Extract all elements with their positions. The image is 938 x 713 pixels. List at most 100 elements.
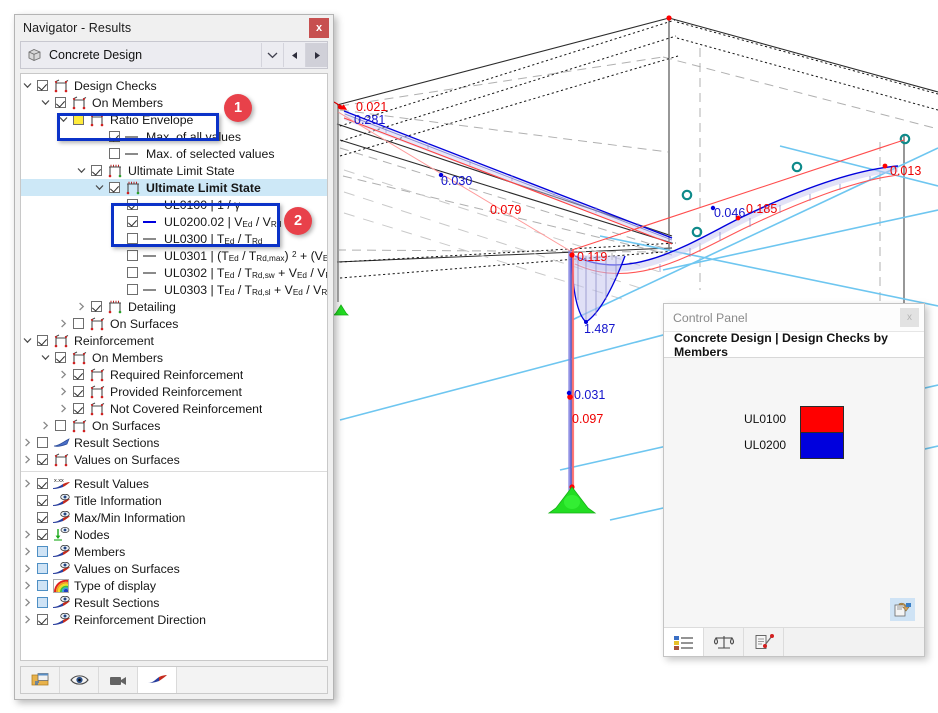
tree-item-checkbox[interactable]: [52, 97, 69, 108]
tree-item-on-surfaces-1[interactable]: On Surfaces: [21, 315, 327, 332]
chevron-right-icon[interactable]: [39, 421, 52, 430]
chevron-right-icon[interactable]: [21, 581, 34, 590]
tree-item-checkbox[interactable]: [70, 318, 87, 329]
close-icon[interactable]: x: [309, 18, 329, 38]
chevron-down-icon[interactable]: [75, 167, 88, 174]
tree-item-reinforcement[interactable]: Reinforcement: [21, 332, 327, 349]
chevron-down-icon[interactable]: [39, 99, 52, 106]
chevron-right-icon[interactable]: [21, 530, 34, 539]
tree-item-nodes[interactable]: Nodes: [21, 526, 327, 543]
tree-item-checkbox[interactable]: [34, 335, 51, 346]
tree-item-required-reinforcement[interactable]: Required Reinforcement: [21, 366, 327, 383]
chevron-right-icon[interactable]: [21, 479, 34, 488]
tree-item-checkbox[interactable]: [124, 250, 141, 261]
camera-icon[interactable]: [99, 667, 138, 693]
tree-item-ul0302[interactable]: UL0302 | TEd / TRd,sw + VEd / VRd,⋯: [21, 264, 327, 281]
triangle-left-icon[interactable]: [283, 43, 305, 67]
balance-icon[interactable]: [704, 628, 744, 656]
tree-item-ul0303[interactable]: UL0303 | TEd / TRd,sl + VEd / VRd,sl: [21, 281, 327, 298]
chevron-right-icon[interactable]: [21, 438, 34, 447]
tree-item-design-checks[interactable]: Design Checks: [21, 77, 327, 94]
folder-window-icon[interactable]: [21, 667, 60, 693]
tree-item-max-min-information[interactable]: Max/Min Information: [21, 509, 327, 526]
control-panel-tabbar[interactable]: [664, 627, 924, 656]
tree-item-checkbox[interactable]: [124, 233, 141, 244]
tree-item-checkbox[interactable]: [34, 563, 51, 574]
tree-item-checkbox[interactable]: [70, 386, 87, 397]
chevron-right-icon[interactable]: [21, 564, 34, 573]
chevron-right-icon[interactable]: [57, 319, 70, 328]
chevron-right-icon[interactable]: [57, 387, 70, 396]
legend-color-swatch[interactable]: [800, 431, 844, 459]
tree-item-ul0300[interactable]: UL0300 | TEd / TRd: [21, 230, 327, 247]
tree-item-checkbox[interactable]: [34, 614, 51, 625]
tree-item-reinforcement-direction[interactable]: Reinforcement Direction: [21, 611, 327, 628]
tree-item-checkbox[interactable]: [70, 114, 87, 125]
chevron-right-icon[interactable]: [21, 598, 34, 607]
tree-item-checkbox[interactable]: [34, 80, 51, 91]
tree-item-result-sections-2[interactable]: Result Sections: [21, 594, 327, 611]
tree-item-checkbox[interactable]: [106, 182, 123, 193]
tree-item-ratio-envelope[interactable]: Ratio Envelope: [21, 111, 327, 128]
legend-item[interactable]: UL0100: [664, 405, 924, 433]
chevron-down-icon[interactable]: [261, 43, 283, 67]
tree-item-checkbox[interactable]: [34, 437, 51, 448]
tree-item-max-all-values[interactable]: Max. of all values: [21, 128, 327, 145]
design-module-combobox[interactable]: Concrete Design: [20, 41, 328, 69]
tree-item-values-on-surfaces-2[interactable]: Values on Surfaces: [21, 560, 327, 577]
tree-item-checkbox[interactable]: [106, 148, 123, 159]
eye-icon[interactable]: [60, 667, 99, 693]
chevron-right-icon[interactable]: [21, 455, 34, 464]
tree-item-checkbox[interactable]: [34, 454, 51, 465]
tree-item-title-information[interactable]: Title Information: [21, 492, 327, 509]
tree-item-checkbox[interactable]: [106, 131, 123, 142]
tree-item-checkbox[interactable]: [34, 512, 51, 523]
tree-item-reinf-on-surfaces[interactable]: On Surfaces: [21, 417, 327, 434]
chevron-down-icon[interactable]: [57, 116, 70, 123]
chevron-down-icon[interactable]: [21, 82, 34, 89]
tree-item-checkbox[interactable]: [70, 369, 87, 380]
tree-item-checkbox[interactable]: [124, 199, 141, 210]
tree-item-checkbox[interactable]: [34, 495, 51, 506]
results-arrow-icon[interactable]: [138, 667, 177, 693]
chevron-down-icon[interactable]: [93, 184, 106, 191]
legend-item[interactable]: UL0200: [664, 431, 924, 459]
navigator-tree[interactable]: Design Checks On Members Ratio Envelope Max…: [21, 74, 327, 628]
chevron-right-icon[interactable]: [57, 404, 70, 413]
tree-item-type-of-display[interactable]: Type of display: [21, 577, 327, 594]
tree-item-checkbox[interactable]: [34, 478, 51, 489]
legend-color-swatch[interactable]: [800, 405, 844, 433]
tree-item-checkbox[interactable]: [124, 284, 141, 295]
tree-item-checkbox[interactable]: [34, 597, 51, 608]
tree-item-values-on-surfaces-1[interactable]: Values on Surfaces: [21, 451, 327, 468]
tree-item-detailing[interactable]: Detailing: [21, 298, 327, 315]
tree-item-reinf-on-members[interactable]: On Members: [21, 349, 327, 366]
tree-item-provided-reinforcement[interactable]: Provided Reinforcement: [21, 383, 327, 400]
tree-item-checkbox[interactable]: [124, 216, 141, 227]
close-icon[interactable]: x: [900, 308, 919, 327]
tree-item-checkbox[interactable]: [34, 580, 51, 591]
navigator-results-window[interactable]: Navigator - Results x Concrete Design De…: [14, 14, 334, 700]
tree-item-checkbox[interactable]: [52, 352, 69, 363]
color-transfer-icon[interactable]: [890, 598, 915, 621]
tree-item-result-values[interactable]: x.xx Result Values: [21, 475, 327, 492]
tree-item-members[interactable]: Members: [21, 543, 327, 560]
tree-item-ultimate-limit-state-sub[interactable]: Ultimate Limit State: [21, 179, 327, 196]
chevron-down-icon[interactable]: [39, 354, 52, 361]
tree-item-checkbox[interactable]: [70, 403, 87, 414]
chevron-down-icon[interactable]: [21, 337, 34, 344]
control-panel-window[interactable]: Control Panel x Concrete Design | Design…: [663, 303, 925, 657]
navigator-tree-panel[interactable]: Design Checks On Members Ratio Envelope Max…: [20, 73, 328, 661]
chevron-right-icon[interactable]: [21, 615, 34, 624]
tree-item-max-selected-values[interactable]: Max. of selected values: [21, 145, 327, 162]
tree-item-result-sections-1[interactable]: Result Sections: [21, 434, 327, 451]
tree-item-checkbox[interactable]: [88, 165, 105, 176]
triangle-right-icon[interactable]: [305, 43, 327, 67]
navigator-tab-strip[interactable]: [20, 666, 328, 694]
tree-item-ul0200-02[interactable]: UL0200.02 | VEd / VRd: [21, 213, 327, 230]
clipboard-pin-icon[interactable]: [744, 628, 784, 656]
chevron-right-icon[interactable]: [75, 302, 88, 311]
tree-item-not-covered-reinforcement[interactable]: Not Covered Reinforcement: [21, 400, 327, 417]
tree-item-ul0100[interactable]: UL0100 | 1 / γ: [21, 196, 327, 213]
tree-item-ultimate-limit-state[interactable]: Ultimate Limit State: [21, 162, 327, 179]
